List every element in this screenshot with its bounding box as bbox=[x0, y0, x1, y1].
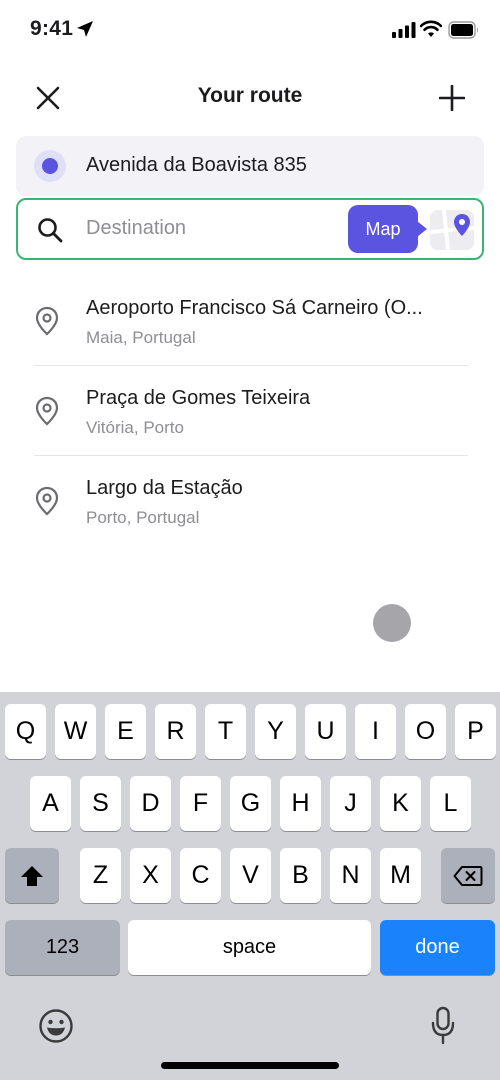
home-indicator[interactable] bbox=[161, 1062, 339, 1069]
status-time: 9:41 bbox=[30, 17, 74, 40]
map-picker-button[interactable] bbox=[430, 210, 474, 250]
key-k[interactable]: K bbox=[380, 776, 421, 831]
key-w[interactable]: W bbox=[55, 704, 96, 759]
status-bar: 9:41 bbox=[0, 0, 500, 60]
battery-icon bbox=[448, 21, 478, 39]
key-m[interactable]: M bbox=[380, 848, 421, 903]
nav-header: Your route bbox=[0, 70, 500, 126]
origin-address: Avenida da Boavista 835 bbox=[86, 154, 307, 176]
destination-input[interactable] bbox=[86, 217, 336, 240]
key-d[interactable]: D bbox=[130, 776, 171, 831]
location-pin-icon bbox=[35, 396, 59, 426]
key-a[interactable]: A bbox=[30, 776, 71, 831]
touch-indicator bbox=[373, 604, 411, 642]
key-z[interactable]: Z bbox=[80, 848, 121, 903]
microphone-icon[interactable] bbox=[430, 1006, 456, 1046]
location-arrow-icon bbox=[77, 21, 93, 37]
suggestion-subtitle: Maia, Portugal bbox=[86, 328, 196, 347]
add-stop-button[interactable] bbox=[436, 82, 468, 114]
key-l[interactable]: L bbox=[430, 776, 471, 831]
map-tooltip[interactable]: Map bbox=[348, 205, 427, 253]
numbers-key[interactable]: 123 bbox=[5, 920, 120, 975]
wifi-icon bbox=[420, 20, 442, 37]
origin-field[interactable]: Avenida da Boavista 835 bbox=[16, 136, 484, 196]
key-e[interactable]: E bbox=[105, 704, 146, 759]
key-u[interactable]: U bbox=[305, 704, 346, 759]
space-key[interactable]: space bbox=[128, 920, 371, 975]
key-n[interactable]: N bbox=[330, 848, 371, 903]
plus-icon bbox=[439, 85, 465, 111]
key-p[interactable]: P bbox=[455, 704, 496, 759]
backspace-key[interactable] bbox=[441, 848, 495, 903]
search-icon bbox=[38, 218, 63, 243]
keyboard: Q W E R T Y U I O P A S D F G H J K L Z … bbox=[0, 692, 500, 1080]
origin-marker-dot bbox=[42, 158, 58, 174]
suggestion-subtitle: Porto, Portugal bbox=[86, 508, 200, 527]
suggestion-title: Praça de Gomes Teixeira bbox=[86, 387, 311, 409]
backspace-icon bbox=[453, 865, 483, 886]
suggestion-title: Aeroporto Francisco Sá Carneiro (O... bbox=[86, 297, 423, 319]
key-r[interactable]: R bbox=[155, 704, 196, 759]
map-pin-icon bbox=[430, 210, 474, 250]
key-j[interactable]: J bbox=[330, 776, 371, 831]
location-pin-icon bbox=[35, 306, 59, 336]
suggestion-subtitle: Vitória, Porto bbox=[86, 418, 184, 437]
key-o[interactable]: O bbox=[405, 704, 446, 759]
key-x[interactable]: X bbox=[130, 848, 171, 903]
key-v[interactable]: V bbox=[230, 848, 271, 903]
suggestion-title: Largo da Estação bbox=[86, 477, 243, 499]
key-q[interactable]: Q bbox=[5, 704, 46, 759]
destination-field[interactable]: Map bbox=[16, 198, 484, 260]
list-item[interactable]: Aeroporto Francisco Sá Carneiro (O... Ma… bbox=[0, 276, 500, 366]
location-pin-icon bbox=[35, 486, 59, 516]
key-f[interactable]: F bbox=[180, 776, 221, 831]
done-key[interactable]: done bbox=[380, 920, 495, 975]
key-y[interactable]: Y bbox=[255, 704, 296, 759]
key-h[interactable]: H bbox=[280, 776, 321, 831]
list-item[interactable]: Praça de Gomes Teixeira Vitória, Porto bbox=[0, 366, 500, 456]
key-b[interactable]: B bbox=[280, 848, 321, 903]
key-s[interactable]: S bbox=[80, 776, 121, 831]
key-i[interactable]: I bbox=[355, 704, 396, 759]
emoji-icon[interactable] bbox=[38, 1008, 74, 1044]
key-c[interactable]: C bbox=[180, 848, 221, 903]
page-title: Your route bbox=[197, 84, 303, 107]
signal-icon bbox=[392, 22, 416, 38]
key-t[interactable]: T bbox=[205, 704, 246, 759]
list-item[interactable]: Largo da Estação Porto, Portugal bbox=[0, 456, 500, 546]
key-g[interactable]: G bbox=[230, 776, 271, 831]
shift-key[interactable] bbox=[5, 848, 59, 903]
suggestion-list: Aeroporto Francisco Sá Carneiro (O... Ma… bbox=[0, 276, 500, 546]
shift-icon bbox=[21, 865, 43, 886]
